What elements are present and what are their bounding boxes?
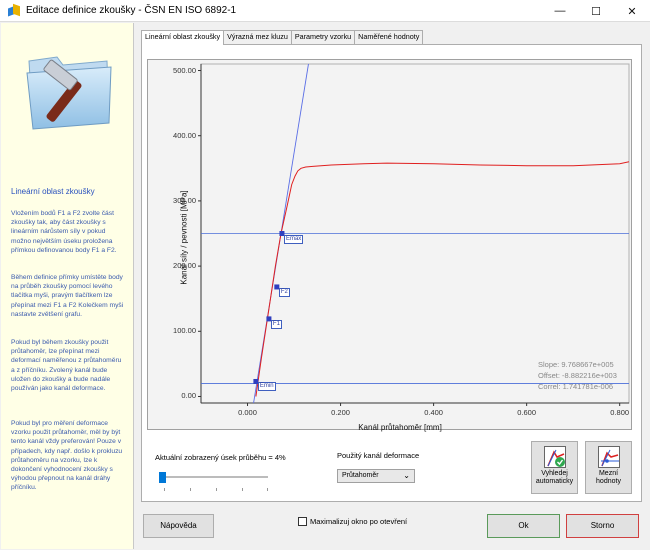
slider-tick: [267, 488, 268, 491]
point-label: Emin: [257, 382, 276, 392]
y-tick-label: 200.00: [173, 261, 196, 271]
x-tick-label: 0.200: [331, 408, 350, 417]
maximize-on-open-label: Maximalizuj okno po otevření: [310, 517, 408, 526]
channel-select-value: Průtahoměr: [342, 472, 379, 479]
limit-values-button[interactable]: Mezní hodnoty: [585, 441, 632, 494]
slider-tick: [164, 488, 165, 491]
x-tick-label: 0.000: [238, 408, 257, 417]
point-label: Emax: [283, 234, 304, 244]
help-button[interactable]: Nápověda: [143, 514, 214, 538]
auto-find-button[interactable]: Vyhledej automaticky: [531, 441, 578, 494]
auto-find-label: Vyhledej automaticky: [535, 470, 574, 485]
chevron-down-icon: ⌄: [403, 471, 410, 480]
y-tick-label: 300.00: [173, 195, 196, 205]
offset-readout: Offset: -8.882216e+003: [538, 371, 617, 380]
slider-tick: [242, 488, 243, 491]
cancel-button[interactable]: Storno: [566, 514, 639, 538]
x-tick-label: 0.400: [424, 408, 443, 417]
channel-label: Použitý kanál deformace: [337, 451, 420, 460]
maximize-on-open-checkbox[interactable]: [298, 517, 307, 526]
y-tick-label: 0.00: [181, 391, 196, 401]
correl-readout: Correl: 1.741781e-006: [538, 382, 614, 391]
y-tick-label: 100.00: [173, 326, 196, 336]
slider-tick: [190, 488, 191, 491]
point-label: F2: [278, 287, 290, 297]
section-slider-thumb[interactable]: [159, 472, 166, 483]
maximize-on-open-option[interactable]: Maximalizuj okno po otevření: [298, 517, 407, 526]
channel-select[interactable]: Průtahoměr ⌄: [337, 469, 415, 483]
tab-linear-region[interactable]: Lineární oblast zkoušky: [141, 30, 225, 45]
slider-tick: [216, 488, 217, 491]
x-tick-label: 0.800: [610, 408, 630, 417]
x-tick-label: 0.600: [517, 408, 537, 417]
limit-values-icon: [597, 446, 620, 468]
section-slider-track[interactable]: [163, 476, 268, 478]
ok-button[interactable]: Ok: [487, 514, 560, 538]
limit-values-label: Mezní hodnoty: [596, 470, 621, 485]
y-tick-label: 500.00: [173, 65, 196, 75]
slope-readout: Slope: 9.768667e+005: [538, 360, 614, 369]
y-axis-label: Kanál síly / pevnosti [MPa]: [179, 190, 189, 285]
point-label: F1: [270, 319, 282, 329]
y-tick-label: 400.00: [173, 130, 196, 140]
auto-find-icon: [543, 446, 566, 468]
x-axis-label: Kanál průtahoměr [mm]: [358, 423, 442, 432]
slider-label: Aktuální zobrazený úsek průběhu = 4%: [155, 453, 286, 462]
